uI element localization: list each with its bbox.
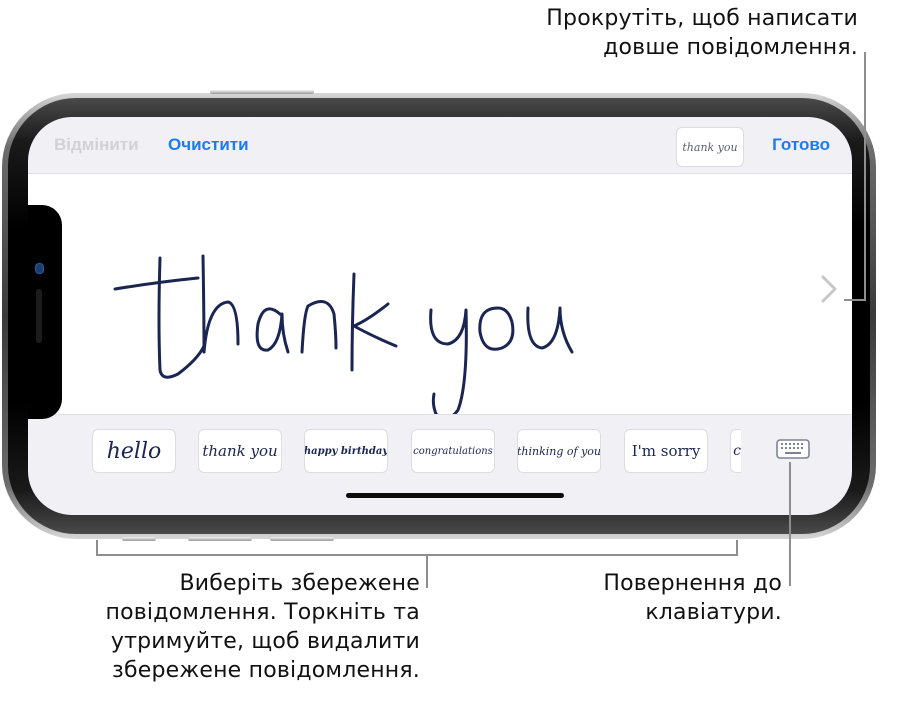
handwriting-preview: thank you: [676, 127, 744, 167]
saved-message-happy-birthday[interactable]: happy birthday: [304, 429, 388, 473]
saved-message-thank-you[interactable]: thank you: [198, 429, 282, 473]
handwriting-toolbar: Відмінити Очистити thank you Готово: [28, 117, 852, 173]
callout-line: Виберіть збережене: [179, 571, 420, 596]
leader-bracket-left: [96, 540, 98, 556]
sensor-housing: [28, 205, 62, 419]
saved-message-text: hello: [106, 438, 162, 464]
volume-switch: [122, 537, 156, 541]
callout-line: Повернення до: [603, 571, 782, 596]
saved-message-congratulations[interactable]: congratulations: [411, 429, 495, 473]
stroke: [352, 302, 398, 348]
callout-line: довше повідомлення.: [603, 35, 858, 60]
stroke: [157, 256, 206, 379]
home-indicator[interactable]: [346, 493, 564, 498]
undo-button[interactable]: Відмінити: [54, 135, 139, 155]
preview-text: thank you: [682, 140, 738, 154]
callout-saved-messages: Виберіть збережене повідомлення. Торкніт…: [106, 569, 421, 685]
chevron-right-icon[interactable]: [820, 274, 838, 309]
volume-up-button: [188, 537, 252, 541]
callout-line: повідомлення. Торкніть та: [105, 600, 420, 625]
side-button: [210, 90, 314, 94]
stroke: [255, 307, 290, 354]
screen: Відмінити Очистити thank you Готово hell…: [28, 117, 852, 515]
stroke: [202, 300, 240, 354]
saved-message-im-sorry[interactable]: I'm sorry: [624, 429, 708, 473]
saved-message-text: c: [733, 443, 741, 459]
callout-return-to-keyboard: Повернення до клавіатури.: [603, 569, 782, 627]
stroke: [300, 300, 338, 354]
callout-line: утримуйте, щоб видалити: [110, 629, 420, 654]
stroke: [478, 306, 515, 351]
leader-line-scroll: [864, 52, 866, 300]
leader-line-saved: [426, 554, 428, 588]
clear-button[interactable]: Очистити: [168, 135, 249, 155]
saved-message-text: thank you: [202, 442, 278, 460]
handwriting-strokes: [113, 254, 574, 414]
saved-message-hello[interactable]: hello: [92, 429, 176, 473]
done-button[interactable]: Готово: [772, 135, 830, 155]
volume-down-button: [270, 537, 334, 541]
leader-bracket-right: [736, 540, 738, 556]
stroke: [350, 272, 356, 372]
keyboard-icon[interactable]: [776, 439, 810, 464]
saved-message-text: I'm sorry: [631, 442, 701, 460]
leader-line-keyboard: [789, 462, 791, 586]
callout-line: Прокрутіть, щоб написати: [546, 6, 858, 31]
leader-bracket-saved: [96, 554, 738, 556]
callout-scroll-longer-message: Прокрутіть, щоб написати довше повідомле…: [546, 4, 858, 62]
leader-line-scroll-tip: [844, 299, 866, 301]
saved-message-text: thinking of you: [517, 444, 601, 458]
stroke: [429, 308, 468, 414]
saved-message-text: happy birthday: [304, 445, 388, 457]
saved-message-partial[interactable]: c: [730, 429, 741, 473]
stroke: [113, 276, 200, 291]
earpiece-speaker: [36, 289, 42, 343]
saved-message-text: congratulations: [413, 445, 493, 457]
handwriting-canvas[interactable]: [28, 173, 852, 415]
front-camera: [35, 263, 44, 274]
stroke: [201, 254, 206, 354]
saved-messages-tray: hello thank you happy birthday congratul…: [28, 415, 852, 515]
callout-line: клавіатури.: [645, 600, 782, 625]
saved-message-thinking-of-you[interactable]: thinking of you: [517, 429, 601, 473]
callout-line: збережене повідомлення.: [112, 658, 420, 683]
stroke: [526, 306, 574, 354]
